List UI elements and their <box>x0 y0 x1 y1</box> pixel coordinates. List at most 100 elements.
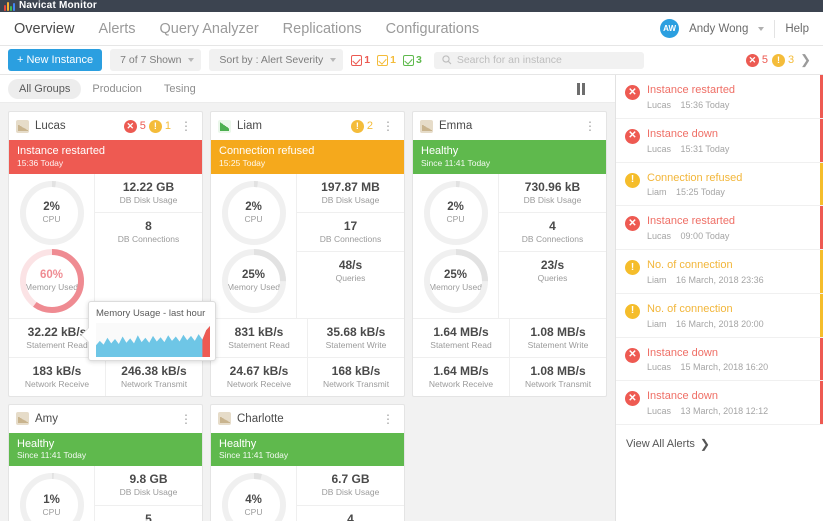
gauge-column: 2% CPU 25% Memory Used <box>211 174 297 318</box>
search-input[interactable]: Search for an instance <box>434 52 644 69</box>
global-badge-warning[interactable]: ! 3 <box>772 54 794 67</box>
chevron-down-icon <box>330 58 336 62</box>
metric-label: DB Disk Usage <box>301 487 400 498</box>
memory-gauge[interactable]: 60% Memory Used <box>18 247 86 315</box>
card-menu-button[interactable]: ⋮ <box>379 413 397 425</box>
card-badge-count: 1 <box>165 120 171 132</box>
instance-card-liam[interactable]: Liam ! 2 ⋮ Connection refused 15:25 Toda… <box>210 111 405 397</box>
metric-label: DB Disk Usage <box>99 195 198 206</box>
io-value: 1.08 MB/s <box>512 364 604 379</box>
alert-title: No. of connection <box>647 259 764 273</box>
mysql-instance-icon <box>16 120 29 133</box>
nav-item-replications[interactable]: Replications <box>283 21 362 37</box>
alert-title: Instance restarted <box>647 215 735 229</box>
card-badge-lucas[interactable]: ! 1 <box>149 120 171 133</box>
group-tab-all-groups[interactable]: All Groups <box>8 79 81 99</box>
metric-value: 4 <box>503 219 602 234</box>
metric-1: 4 DB Connections <box>499 213 606 252</box>
nav-item-configurations[interactable]: Configurations <box>386 21 480 37</box>
io-value: 1.08 MB/s <box>512 325 604 340</box>
nav-item-alerts[interactable]: Alerts <box>98 21 135 37</box>
severity-filter-critical[interactable]: 1 <box>351 54 370 66</box>
memory-gauge[interactable]: 25% Memory Used <box>220 247 288 315</box>
instance-card-charlotte[interactable]: Charlotte ⋮ Healthy Since 11:41 Today 4%… <box>210 404 405 521</box>
help-link[interactable]: Help <box>785 23 809 35</box>
gauge-ring-icon <box>220 471 288 521</box>
alert-text-wrap: No. of connection Liam 16 March, 2018 20… <box>647 303 764 329</box>
instance-status-banner: Connection refused 15:25 Today <box>211 140 404 174</box>
alert-text-wrap: Instance restarted Lucas 15:36 Today <box>647 84 735 110</box>
chevron-down-icon[interactable] <box>758 27 764 31</box>
card-menu-button[interactable]: ⋮ <box>379 120 397 132</box>
alert-list-item[interactable]: ✕ Instance down Lucas 15:31 Today <box>616 119 823 163</box>
mysql-instance-icon <box>218 412 231 425</box>
gauge-ring-icon <box>18 179 86 247</box>
metric-0: 6.7 GB DB Disk Usage <box>297 466 404 505</box>
card-header: Amy ⋮ <box>9 405 202 433</box>
severity-count-warning: 1 <box>390 54 396 66</box>
instance-card-amy[interactable]: Amy ⋮ Healthy Since 11:41 Today 1% CPU <box>8 404 203 521</box>
card-menu-button[interactable]: ⋮ <box>581 120 599 132</box>
status-text: Healthy <box>219 438 396 451</box>
severity-filter-warning[interactable]: 1 <box>377 54 396 66</box>
metric-label: Queries <box>301 273 400 284</box>
warning-icon: ! <box>625 304 640 319</box>
io-cell: 1.08 MB/s Network Transmit <box>509 358 606 396</box>
chevron-right-icon[interactable]: ❯ <box>800 52 811 68</box>
cpu-gauge: 2% CPU <box>220 179 288 247</box>
close-icon: ✕ <box>625 216 640 231</box>
alert-list-item[interactable]: ! Connection refused Liam 15:25 Today <box>616 163 823 207</box>
sort-dropdown[interactable]: Sort by : Alert Severity <box>209 49 343 71</box>
avatar[interactable]: AW <box>660 19 679 38</box>
alert-list-item[interactable]: ✕ Instance down Lucas 15 March, 2018 16:… <box>616 338 823 382</box>
io-label: Statement Read <box>415 340 507 351</box>
card-badge-lucas[interactable]: ✕ 5 <box>124 120 146 133</box>
nav-item-query-analyzer[interactable]: Query Analyzer <box>160 21 259 37</box>
close-icon: ✕ <box>124 120 137 133</box>
card-body: 4% CPU 34% Memory Used 6.7 GB DB Disk Us… <box>211 466 404 521</box>
metric-value: 8 <box>99 219 198 234</box>
view-all-alerts-link[interactable]: View All Alerts ❯ <box>616 425 823 463</box>
alert-source: Liam <box>647 275 667 285</box>
io-value: 831 kB/s <box>213 325 305 340</box>
divider <box>774 20 775 38</box>
alert-list-item[interactable]: ✕ Instance down Lucas 13 March, 2018 12:… <box>616 381 823 425</box>
io-row: 831 kB/s Statement Read 35.68 kB/s State… <box>211 319 404 358</box>
chevron-right-icon: ❯ <box>700 437 710 451</box>
shown-filter-dropdown[interactable]: 7 of 7 Shown <box>110 49 201 71</box>
memory-usage-sparkline-chart <box>96 323 210 357</box>
severity-filter-healthy[interactable]: 3 <box>403 54 422 66</box>
group-tab-producion[interactable]: Producion <box>81 79 153 99</box>
alert-list-item[interactable]: ✕ Instance restarted Lucas 09:00 Today <box>616 206 823 250</box>
card-menu-button[interactable]: ⋮ <box>177 413 195 425</box>
user-name[interactable]: Andy Wong <box>689 23 748 35</box>
card-menu-button[interactable]: ⋮ <box>177 120 195 132</box>
io-value: 246.38 kB/s <box>108 364 200 379</box>
global-badge-critical[interactable]: ✕ 5 <box>746 54 768 67</box>
card-badge-liam[interactable]: ! 2 <box>351 120 373 133</box>
memory-gauge[interactable]: 25% Memory Used <box>422 247 490 315</box>
status-time: Since 11:41 Today <box>219 450 396 461</box>
alert-meta: Liam 16 March, 2018 23:36 <box>647 275 764 285</box>
alert-time: 09:00 Today <box>681 231 730 241</box>
instance-card-emma[interactable]: Emma ⋮ Healthy Since 11:41 Today 2% CPU <box>412 111 607 397</box>
pause-refresh-button[interactable] <box>577 83 607 95</box>
severity-count-critical: 1 <box>364 54 370 66</box>
alert-list-item[interactable]: ✕ Instance restarted Lucas 15:36 Today <box>616 75 823 119</box>
alert-list-item[interactable]: ! No. of connection Liam 16 March, 2018 … <box>616 250 823 294</box>
card-badge-count: 2 <box>367 120 373 132</box>
alert-time: 15:31 Today <box>681 144 730 154</box>
instance-status-banner: Healthy Since 11:41 Today <box>9 433 202 467</box>
new-instance-button[interactable]: + New Instance <box>8 49 102 71</box>
search-placeholder: Search for an instance <box>457 54 562 66</box>
alert-title: Instance restarted <box>647 84 735 98</box>
metric-0: 197.87 MB DB Disk Usage <box>297 174 404 213</box>
shown-filter-label: 7 of 7 Shown <box>120 54 181 66</box>
nav-item-overview[interactable]: Overview <box>14 21 74 37</box>
global-alert-summary: ✕ 5 ! 3 ❯ <box>746 52 815 68</box>
io-label: Statement Write <box>512 340 604 351</box>
alert-list-item[interactable]: ! No. of connection Liam 16 March, 2018 … <box>616 294 823 338</box>
alert-title: Instance down <box>647 390 768 404</box>
metric-label: DB Disk Usage <box>301 195 400 206</box>
group-tab-tesing[interactable]: Tesing <box>153 79 207 99</box>
